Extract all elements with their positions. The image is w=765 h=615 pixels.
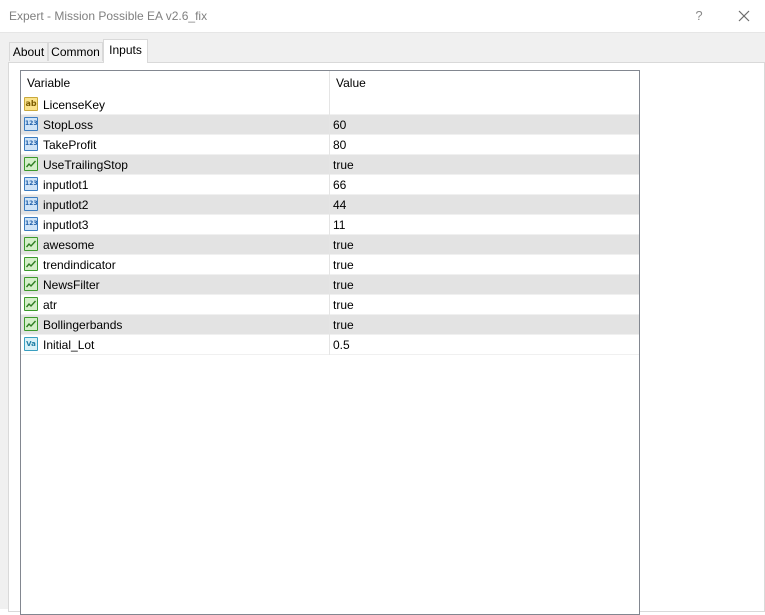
integer-123-icon: 123 — [24, 197, 38, 211]
value-cell[interactable]: true — [330, 295, 639, 315]
variable-name: atr — [43, 298, 58, 312]
value-cell[interactable]: 44 — [330, 195, 639, 215]
variable-cell: 123 TakeProfit — [21, 135, 330, 155]
table-row[interactable]: trendindicator true — [21, 255, 639, 275]
integer-123-icon: 123 — [24, 217, 38, 231]
grid-rows: ab LicenseKey 123 StopLoss 60 123 TakeProfit 80… — [21, 95, 639, 355]
inputs-grid[interactable]: Variable Value ab LicenseKey 123 StopLoss 60… — [20, 70, 640, 615]
variable-name: StopLoss — [43, 118, 94, 132]
variable-cell: awesome — [21, 235, 330, 255]
integer-123-icon: 123 — [24, 117, 38, 131]
variable-name: NewsFilter — [43, 278, 100, 292]
value-cell[interactable]: 80 — [330, 135, 639, 155]
variable-name: trendindicator — [43, 258, 116, 272]
help-button[interactable]: ? — [688, 6, 710, 26]
tab-inputs[interactable]: Inputs — [103, 39, 148, 63]
variable-name: UseTrailingStop — [43, 158, 128, 172]
boolean-icon — [24, 297, 38, 311]
boolean-icon — [24, 237, 38, 251]
variable-cell: 123 StopLoss — [21, 115, 330, 135]
variable-cell: NewsFilter — [21, 275, 330, 295]
boolean-icon — [24, 157, 38, 171]
variable-cell: atr — [21, 295, 330, 315]
variable-name: inputlot1 — [43, 178, 89, 192]
double-value-icon: Va — [24, 337, 38, 351]
value-cell[interactable]: 11 — [330, 215, 639, 235]
variable-cell: UseTrailingStop — [21, 155, 330, 175]
variable-cell: trendindicator — [21, 255, 330, 275]
value-cell[interactable]: true — [330, 275, 639, 295]
integer-123-icon: 123 — [24, 177, 38, 191]
value-cell[interactable]: 66 — [330, 175, 639, 195]
table-row[interactable]: awesome true — [21, 235, 639, 255]
table-row[interactable]: NewsFilter true — [21, 275, 639, 295]
table-row[interactable]: 123 inputlot2 44 — [21, 195, 639, 215]
variable-name: TakeProfit — [43, 138, 97, 152]
variable-name: LicenseKey — [43, 98, 106, 112]
integer-123-icon: 123 — [24, 137, 38, 151]
variable-cell: 123 inputlot2 — [21, 195, 330, 215]
variable-name: awesome — [43, 238, 95, 252]
table-row[interactable]: atr true — [21, 295, 639, 315]
variable-cell: 123 inputlot1 — [21, 175, 330, 195]
variable-name: inputlot2 — [43, 198, 89, 212]
grid-header: Variable Value — [21, 71, 639, 95]
column-header-value[interactable]: Value — [330, 71, 639, 95]
table-row[interactable]: 123 inputlot1 66 — [21, 175, 639, 195]
variable-cell: ab LicenseKey — [21, 95, 330, 115]
table-row[interactable]: ab LicenseKey — [21, 95, 639, 115]
table-row[interactable]: Va Initial_Lot 0.5 — [21, 335, 639, 355]
close-button[interactable] — [733, 6, 755, 26]
column-header-variable[interactable]: Variable — [21, 71, 330, 95]
title-bar: Expert - Mission Possible EA v2.6_fix ? — [0, 0, 765, 33]
variable-name: inputlot3 — [43, 218, 89, 232]
table-row[interactable]: Bollingerbands true — [21, 315, 639, 335]
tab-about[interactable]: About — [9, 42, 48, 61]
value-cell[interactable]: 0.5 — [330, 335, 639, 355]
value-cell[interactable]: true — [330, 235, 639, 255]
table-row[interactable]: 123 TakeProfit 80 — [21, 135, 639, 155]
value-cell[interactable]: 60 — [330, 115, 639, 135]
value-cell[interactable]: true — [330, 155, 639, 175]
boolean-icon — [24, 277, 38, 291]
value-cell[interactable]: true — [330, 255, 639, 275]
tab-common[interactable]: Common — [48, 42, 103, 61]
value-cell[interactable] — [330, 95, 639, 115]
table-row[interactable]: UseTrailingStop true — [21, 155, 639, 175]
table-row[interactable]: 123 StopLoss 60 — [21, 115, 639, 135]
close-icon — [738, 10, 750, 22]
variable-cell: Va Initial_Lot — [21, 335, 330, 355]
window-title: Expert - Mission Possible EA v2.6_fix — [9, 9, 208, 23]
variable-cell: 123 inputlot3 — [21, 215, 330, 235]
table-row[interactable]: 123 inputlot3 11 — [21, 215, 639, 235]
variable-name: Initial_Lot — [43, 338, 95, 352]
boolean-icon — [24, 317, 38, 331]
value-cell[interactable]: true — [330, 315, 639, 335]
inputs-tab-panel: Variable Value ab LicenseKey 123 StopLoss 60… — [8, 62, 765, 615]
variable-name: Bollingerbands — [43, 318, 123, 332]
variable-cell: Bollingerbands — [21, 315, 330, 335]
boolean-icon — [24, 257, 38, 271]
string-ab-icon: ab — [24, 97, 38, 111]
dialog-client-area: About Common Inputs Variable Value ab Lic… — [0, 33, 765, 615]
